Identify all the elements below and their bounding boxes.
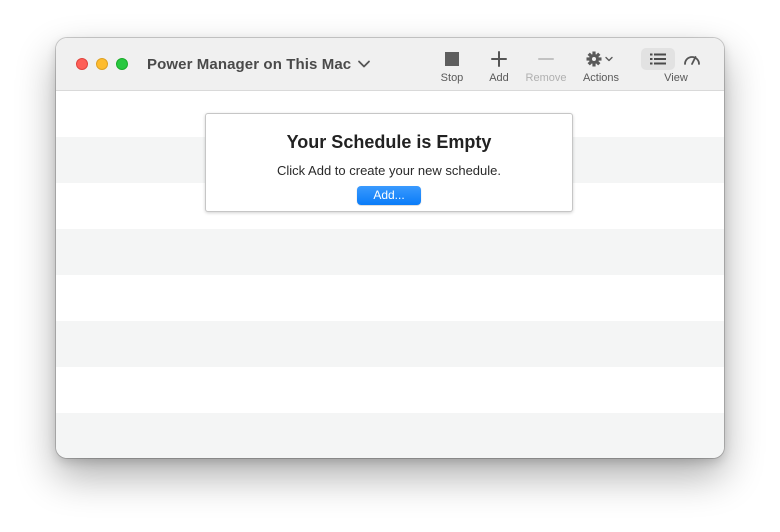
remove-label: Remove <box>525 72 567 84</box>
zoom-button[interactable] <box>116 58 128 70</box>
add-label: Add <box>489 72 509 84</box>
close-button[interactable] <box>76 58 88 70</box>
chevron-down-icon <box>358 60 371 68</box>
list-row <box>56 413 724 458</box>
list-icon <box>650 53 666 65</box>
remove-button[interactable]: Remove <box>524 48 568 84</box>
gear-icon <box>586 48 616 70</box>
add-toolbar-button[interactable]: Add <box>486 48 512 84</box>
empty-state-panel: Your Schedule is Empty Click Add to crea… <box>205 113 573 212</box>
actions-button[interactable]: Actions <box>580 48 622 84</box>
title-bar: Power Manager on This Mac Stop Add Remov… <box>56 38 724 91</box>
plus-icon <box>491 48 507 70</box>
list-row <box>56 321 724 367</box>
window-title-menu[interactable]: Power Manager on This Mac <box>147 54 371 74</box>
actions-label: Actions <box>582 72 620 84</box>
view-list-segment[interactable] <box>641 48 675 70</box>
list-row <box>56 229 724 275</box>
list-row <box>56 367 724 413</box>
minus-icon <box>538 48 554 70</box>
window-title: Power Manager on This Mac <box>147 55 352 73</box>
list-row <box>56 275 724 321</box>
view-gauge-segment[interactable] <box>675 48 709 70</box>
minimize-button[interactable] <box>96 58 108 70</box>
add-schedule-button[interactable]: Add... <box>357 186 421 205</box>
stop-icon <box>444 48 460 70</box>
empty-state-title: Your Schedule is Empty <box>286 132 492 152</box>
view-label: View <box>664 72 688 84</box>
gauge-icon <box>684 56 700 65</box>
stop-button[interactable]: Stop <box>438 48 466 84</box>
stop-label: Stop <box>440 72 464 84</box>
empty-state-description: Click Add to create your new schedule. <box>276 163 501 178</box>
app-window: Power Manager on This Mac Stop Add Remov… <box>56 38 724 458</box>
